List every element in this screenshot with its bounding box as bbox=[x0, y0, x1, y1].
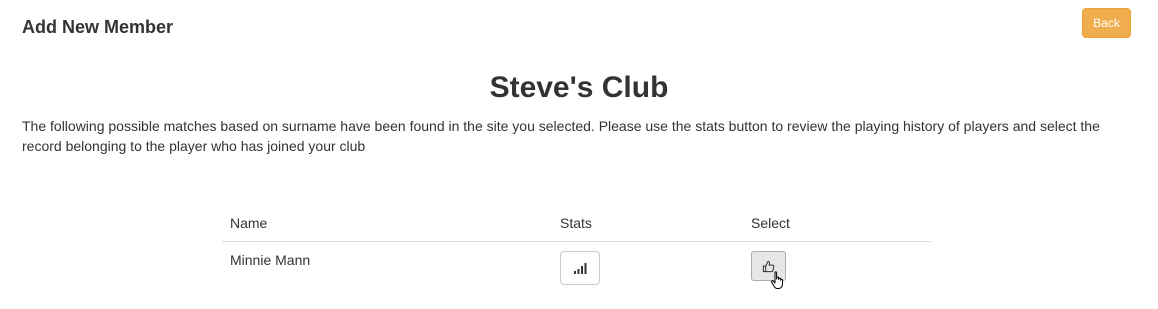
add-member-page: Add New Member Back Steve's Club The fol… bbox=[0, 0, 1158, 309]
table-row: Minnie Mann bbox=[222, 242, 931, 292]
thumbs-up-icon bbox=[762, 260, 775, 272]
table-header: Name Stats Select bbox=[222, 210, 931, 242]
back-button[interactable]: Back bbox=[1082, 8, 1131, 38]
select-cell bbox=[743, 242, 931, 292]
stats-cell bbox=[552, 242, 743, 292]
column-header-select: Select bbox=[751, 215, 790, 231]
player-name: Minnie Mann bbox=[230, 252, 311, 268]
instructions-text: The following possible matches based on … bbox=[22, 118, 1100, 154]
matches-table: Name Stats Select Minnie Mann bbox=[222, 210, 931, 292]
column-header-stats: Stats bbox=[560, 215, 592, 231]
club-name-heading: Steve's Club bbox=[489, 71, 669, 104]
stats-button[interactable] bbox=[560, 251, 600, 285]
hand-cursor-icon bbox=[770, 271, 783, 289]
bar-chart-icon bbox=[574, 263, 587, 274]
column-header-name: Name bbox=[230, 215, 268, 231]
page-title: Add New Member bbox=[22, 17, 174, 37]
select-button[interactable] bbox=[751, 251, 786, 289]
